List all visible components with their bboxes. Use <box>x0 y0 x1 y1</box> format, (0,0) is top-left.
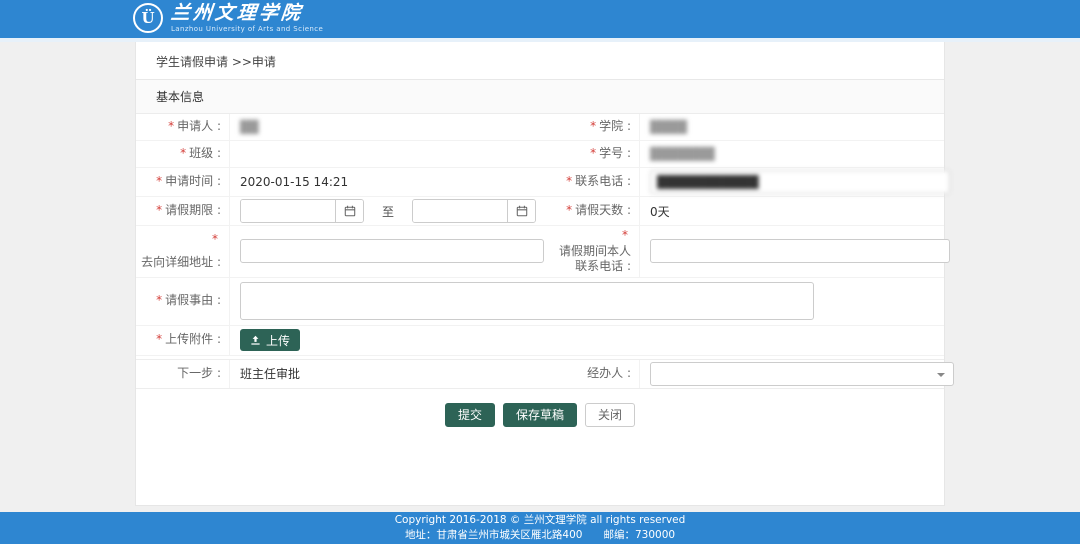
attachment-label: * 上传附件 : <box>136 326 230 355</box>
phone-during-leave-input[interactable] <box>650 239 950 263</box>
university-name-cn: 兰州文理学院 <box>170 4 324 23</box>
leave-start-date-input[interactable] <box>241 200 335 222</box>
contact-phone-label: * 联系电话 : <box>548 168 640 196</box>
workflow-table: 下一步 : 班主任审批 经办人 : <box>136 359 944 389</box>
college-label: * 学院 : <box>548 114 640 140</box>
page-background: 学生请假申请 >>申请 基本信息 * 申请人 : ██ * 学院 : ████ <box>0 42 1080 506</box>
reason-textarea[interactable] <box>240 282 814 320</box>
apply-time-value: 2020-01-15 14:21 <box>230 168 548 196</box>
form-row-period-days: * 请假期限 : <box>136 197 944 226</box>
handler-label: 经办人 : <box>548 360 640 388</box>
university-name-en: Lanzhou University of Arts and Science <box>171 26 323 33</box>
required-asterisk: * <box>156 332 162 348</box>
student-id-value: ███████ <box>640 141 944 167</box>
required-asterisk: * <box>180 146 186 162</box>
next-step-label: 下一步 : <box>136 360 230 388</box>
phone-during-leave-label: * 请假期间本人联系电话 : <box>548 226 640 277</box>
destination-cell <box>230 226 548 277</box>
form-row-applicant-college: * 申请人 : ██ * 学院 : ████ <box>136 114 944 141</box>
attachment-cell: 上传 <box>230 326 944 355</box>
page-footer: Copyright 2016-2018 © 兰州文理学院 all rights … <box>0 512 1080 544</box>
upload-icon <box>250 335 261 346</box>
form-actions: 提交 保存草稿 关闭 <box>136 403 944 427</box>
calendar-icon[interactable] <box>507 200 535 222</box>
required-asterisk: * <box>622 228 628 244</box>
breadcrumb: 学生请假申请 >>申请 <box>136 42 944 80</box>
required-asterisk: * <box>566 203 572 219</box>
leave-period-cell: 至 <box>230 197 548 225</box>
form-row-reason: * 请假事由 : <box>136 278 944 326</box>
form-row-destination-phone: * 去向详细地址 : * 请假期间本人联系电话 : <box>136 226 944 278</box>
section-title-basic-info: 基本信息 <box>136 80 944 114</box>
form-row-time-phone: * 申请时间 : 2020-01-15 14:21 * 联系电话 : <box>136 168 944 197</box>
leave-period-label: * 请假期限 : <box>136 197 230 225</box>
leave-start-date-group <box>240 199 364 223</box>
footer-address: 地址：甘肃省兰州市城关区雁北路400 邮编：730000 <box>0 529 1080 542</box>
form-row-class-studentid: * 班级 : * 学号 : ███████ <box>136 141 944 168</box>
leave-application-form: * 申请人 : ██ * 学院 : ████ * 班级 : <box>136 114 944 356</box>
required-asterisk: * <box>590 146 596 162</box>
class-value <box>230 141 548 167</box>
calendar-icon[interactable] <box>335 200 363 222</box>
upload-button[interactable]: 上传 <box>240 329 300 351</box>
reason-label: * 请假事由 : <box>136 278 230 325</box>
form-row-attachment: * 上传附件 : 上传 <box>136 326 944 356</box>
leave-end-date-group <box>412 199 536 223</box>
handler-select[interactable] <box>650 362 954 386</box>
contact-phone-cell <box>640 168 954 196</box>
university-logo: Ü 兰州文理学院 Lanzhou University of Arts and … <box>133 3 323 33</box>
applicant-label: * 申请人 : <box>136 114 230 140</box>
required-asterisk: * <box>566 174 572 190</box>
apply-time-label: * 申请时间 : <box>136 168 230 196</box>
destination-input[interactable] <box>240 239 544 263</box>
main-panel: 学生请假申请 >>申请 基本信息 * 申请人 : ██ * 学院 : ████ <box>135 42 945 506</box>
period-to-label: 至 <box>382 203 394 220</box>
required-asterisk: * <box>156 174 162 190</box>
top-header-bar: Ü 兰州文理学院 Lanzhou University of Arts and … <box>0 0 1080 38</box>
required-asterisk: * <box>590 119 596 135</box>
close-button[interactable]: 关闭 <box>585 403 635 427</box>
required-asterisk: * <box>168 119 174 135</box>
handler-cell <box>640 360 958 388</box>
required-asterisk: * <box>156 293 162 309</box>
destination-label: * 去向详细地址 : <box>136 226 230 277</box>
phone-during-leave-cell <box>640 226 954 277</box>
university-emblem-icon: Ü <box>133 3 163 33</box>
next-step-value: 班主任审批 <box>230 360 548 388</box>
class-label: * 班级 : <box>136 141 230 167</box>
leave-days-label: * 请假天数 : <box>548 197 640 225</box>
chevron-down-icon <box>937 373 945 377</box>
reason-cell <box>230 278 944 325</box>
applicant-value: ██ <box>230 114 548 140</box>
save-draft-button[interactable]: 保存草稿 <box>503 403 577 427</box>
required-asterisk: * <box>156 203 162 219</box>
form-row-nextstep-handler: 下一步 : 班主任审批 经办人 : <box>136 360 944 389</box>
footer-copyright: Copyright 2016-2018 © 兰州文理学院 all rights … <box>0 514 1080 527</box>
required-asterisk: * <box>212 232 218 248</box>
college-value: ████ <box>640 114 944 140</box>
student-id-label: * 学号 : <box>548 141 640 167</box>
contact-phone-input[interactable] <box>650 170 950 194</box>
leave-days-value: 0天 <box>640 197 944 225</box>
leave-end-date-input[interactable] <box>413 200 507 222</box>
submit-button[interactable]: 提交 <box>445 403 495 427</box>
